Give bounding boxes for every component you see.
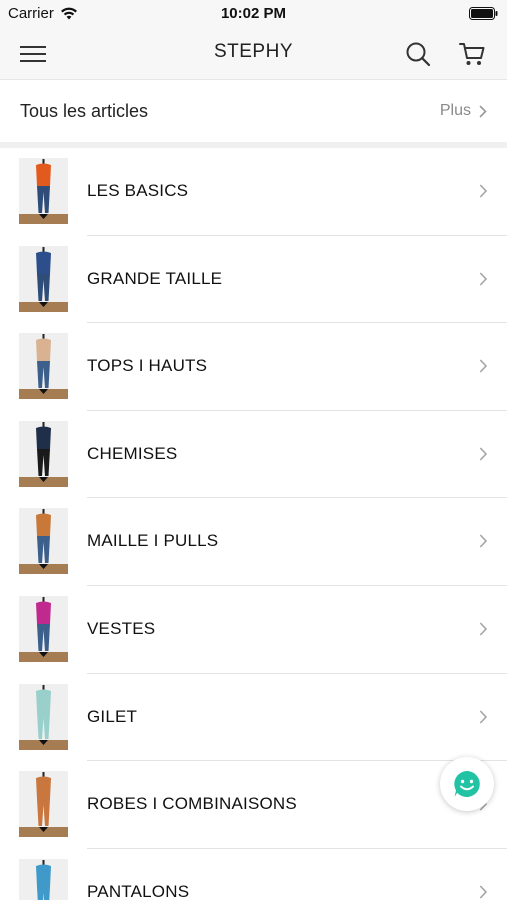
chevron-right-icon: [480, 622, 488, 636]
category-row[interactable]: TOPS I HAUTS: [0, 323, 507, 411]
category-thumbnail: [19, 683, 68, 750]
chevron-right-icon: [480, 885, 488, 899]
category-list: LES BASICS GRANDE TAILLE TOPS I HAUTS CHEMI…: [0, 148, 507, 900]
category-label: PANTALONS: [87, 881, 190, 900]
mannequin-image: [19, 158, 68, 224]
category-row[interactable]: CHEMISES: [0, 410, 507, 499]
category-row[interactable]: MAILLE I PULLS: [0, 498, 507, 586]
category-label: GRANDE TAILLE: [87, 268, 223, 288]
chevron-right-icon: [480, 535, 488, 548]
mannequin-image: [19, 420, 68, 487]
search-button[interactable]: [402, 38, 434, 70]
category-row[interactable]: GRANDE TAILLE: [0, 235, 507, 324]
chevron-right-icon: [480, 272, 488, 285]
category-label: TOPS I HAUTS: [87, 356, 208, 376]
mannequin-image: [19, 683, 68, 750]
mannequin-image: [19, 333, 68, 400]
category-label: CHEMISES: [87, 443, 178, 463]
status-time: 10:02 PM: [220, 5, 287, 22]
category-label: MAILLE I PULLS: [87, 531, 219, 551]
category-row[interactable]: ROBES I COMBINAISONS: [0, 761, 507, 849]
chevron-right-icon: [480, 359, 488, 373]
more-link[interactable]: Plus: [440, 102, 487, 120]
category-label: ROBES I COMBINAISONS: [87, 794, 297, 814]
mannequin-image: [19, 771, 68, 838]
category-label: VESTES: [87, 618, 156, 638]
category-row[interactable]: PANTALONS: [0, 848, 507, 900]
category-thumbnail: [19, 595, 68, 662]
cart-button[interactable]: [456, 38, 488, 70]
category-row[interactable]: GILET: [0, 673, 507, 762]
more-label: Plus: [439, 102, 471, 119]
category-thumbnail: [19, 858, 68, 900]
chevron-right-icon: [479, 105, 487, 117]
mannequin-image: [19, 508, 68, 575]
category-row[interactable]: VESTES: [0, 585, 507, 674]
category-thumbnail: [19, 245, 68, 312]
category-label: LES BASICS: [87, 181, 189, 200]
chat-button[interactable]: [440, 757, 494, 811]
category-thumbnail: [19, 333, 68, 400]
all-articles-row[interactable]: Tous les articles Plus: [0, 81, 507, 142]
chevron-right-icon: [480, 184, 488, 198]
mannequin-image: [19, 245, 68, 312]
category-thumbnail: [19, 771, 68, 838]
search-icon: [406, 42, 431, 67]
category-row[interactable]: LES BASICS: [0, 148, 507, 236]
nav-bar: STEPHY: [0, 28, 507, 80]
category-label: GILET: [87, 706, 138, 726]
category-thumbnail: [19, 420, 68, 487]
battery-icon: [469, 7, 498, 20]
chevron-right-icon: [480, 447, 488, 461]
mannequin-image: [19, 858, 68, 900]
category-thumbnail: [19, 158, 68, 224]
chevron-right-icon: [480, 710, 488, 723]
category-thumbnail: [19, 508, 68, 575]
cart-icon: [459, 43, 485, 65]
mannequin-image: [19, 595, 68, 662]
chat-smiley-icon: [454, 771, 480, 797]
status-bar: Carrier 10:02 PM: [0, 0, 507, 28]
all-articles-label: Tous les articles: [20, 101, 149, 121]
